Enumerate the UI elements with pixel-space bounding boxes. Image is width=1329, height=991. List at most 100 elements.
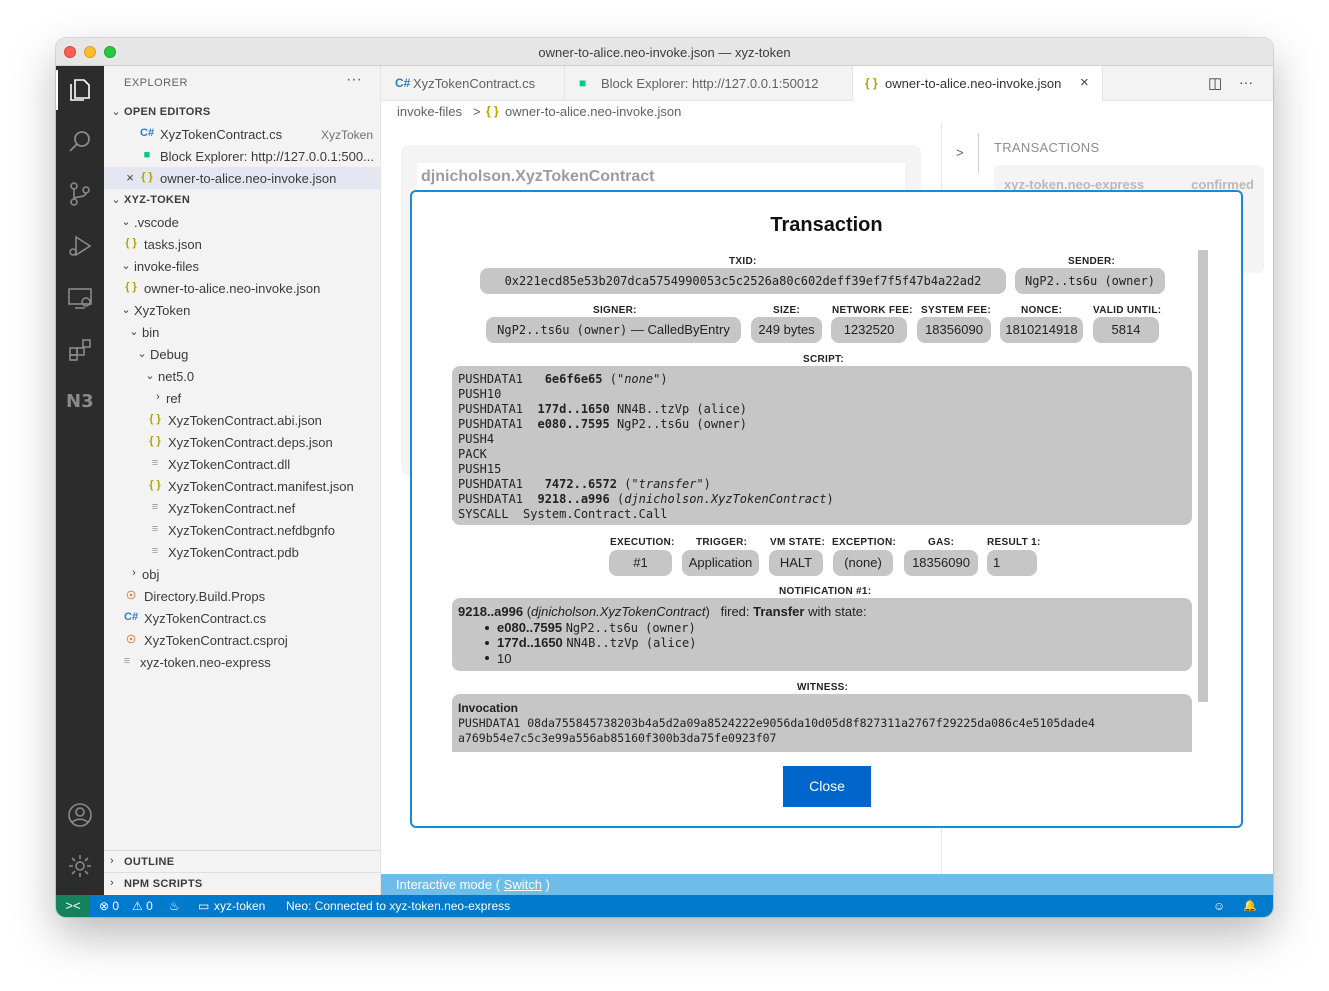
list-bullet	[485, 656, 489, 660]
tab-label: owner-to-alice.neo-invoke.json	[885, 76, 1062, 91]
file-label: Directory.Build.Props	[144, 589, 266, 604]
script-line: SYSCALL System.Contract.Call	[458, 507, 668, 521]
tab-xyztokencontract-cs[interactable]: C# XyzTokenContract.cs	[381, 66, 565, 101]
nonce-label: NONCE:	[1021, 305, 1063, 316]
folder-label: bin	[142, 325, 160, 340]
tree-item[interactable]: ☉ XyzTokenContract.csproj	[104, 629, 380, 651]
chevron-down-icon: ⌄	[129, 326, 139, 338]
chevron-right-icon: ›	[156, 391, 160, 403]
script-line: PUSHDATA1 e080..7595 NgP2..ts6u (owner)	[458, 417, 748, 431]
close-tab-icon[interactable]: ×	[1080, 74, 1089, 91]
collapse-panel-icon[interactable]: >	[956, 145, 964, 160]
transaction-modal: Transaction TXID: 0x221ecd85e53b207dca57…	[410, 190, 1243, 828]
notification-item: 10	[497, 651, 512, 666]
json-file-icon: { }	[141, 171, 153, 183]
explorer-title: EXPLORER	[124, 77, 188, 89]
remote-indicator[interactable]: ><	[56, 895, 90, 917]
folder-label: net5.0	[158, 369, 195, 384]
tree-item[interactable]: ≡ XyzTokenContract.nef	[104, 497, 380, 519]
script-label: SCRIPT:	[803, 354, 844, 365]
folder-label: invoke-files	[134, 259, 200, 274]
contract-input[interactable]: djnicholson.XyzTokenContract	[417, 163, 905, 191]
tab-label: Block Explorer: http://127.0.0.1:50012	[601, 76, 819, 91]
open-editor-item[interactable]: ■ Block Explorer: http://127.0.0.1:500..…	[104, 145, 380, 167]
tab-block-explorer[interactable]: ■ Block Explorer: http://127.0.0.1:50012	[565, 66, 853, 101]
open-editors-section[interactable]: ⌄ OPEN EDITORS	[104, 101, 380, 123]
tree-item[interactable]: ⌄ bin	[104, 321, 380, 343]
breadcrumb-file[interactable]: owner-to-alice.neo-invoke.json	[505, 104, 681, 119]
more-actions-icon[interactable]: ···	[1239, 74, 1253, 90]
system-fee-value: 18356090	[917, 317, 991, 343]
outline-section[interactable]: › OUTLINE	[104, 850, 380, 872]
tree-item[interactable]: › obj	[104, 563, 380, 585]
tree-item[interactable]: ≡ XyzTokenContract.pdb	[104, 541, 380, 563]
open-editor-item-active[interactable]: × { } owner-to-alice.neo-invoke.json	[104, 167, 380, 189]
vm-state-label: VM STATE:	[770, 537, 826, 548]
feedback-icon[interactable]: ☺	[1213, 899, 1225, 913]
script-line: PUSH10	[458, 387, 502, 401]
tree-item[interactable]: ≡ XyzTokenContract.dll	[104, 453, 380, 475]
close-icon[interactable]: ×	[124, 170, 136, 185]
warnings-count[interactable]: ⚠ 0	[132, 899, 153, 913]
tree-item[interactable]: C# XyzTokenContract.cs	[104, 607, 380, 629]
folder-label: .vscode	[134, 215, 179, 230]
tree-item[interactable]: { } XyzTokenContract.abi.json	[104, 409, 380, 431]
notification-box: 9218..a996 (djnicholson.XyzTokenContract…	[452, 598, 1192, 671]
tree-item[interactable]: ⌄ invoke-files	[104, 255, 380, 277]
json-file-icon: { }	[125, 237, 137, 249]
project-section[interactable]: ⌄ XYZ-TOKEN	[104, 189, 380, 211]
chevron-down-icon: ⌄	[121, 216, 131, 228]
breadcrumb-folder[interactable]: invoke-files	[397, 104, 462, 119]
vm-state-value: HALT	[769, 550, 823, 576]
tree-item[interactable]: ⌄ Debug	[104, 343, 380, 365]
csharp-file-icon: C#	[395, 76, 411, 90]
size-label: SIZE:	[773, 305, 801, 316]
tree-item[interactable]: { } XyzTokenContract.deps.json	[104, 431, 380, 453]
script-box: PUSHDATA1 6e6f6e65 ("none") PUSH10 PUSHDAT…	[452, 366, 1192, 525]
accounts-icon[interactable]	[66, 801, 94, 829]
run-debug-icon[interactable]	[66, 232, 94, 260]
explorer-files-icon[interactable]	[66, 76, 94, 104]
tree-item[interactable]: ⌄ XyzToken	[104, 299, 380, 321]
tree-item[interactable]: ☉ Directory.Build.Props	[104, 585, 380, 607]
tree-item[interactable]: ≡ xyz-token.neo-express	[104, 651, 380, 673]
settings-gear-icon[interactable]	[66, 852, 94, 880]
switch-mode-link[interactable]: Switch	[504, 877, 542, 892]
extensions-icon[interactable]	[66, 336, 94, 364]
split-editor-icon[interactable]: ◫	[1208, 74, 1222, 92]
tree-item[interactable]: ⌄ .vscode	[104, 211, 380, 233]
explorer-more-actions[interactable]: ···	[346, 71, 362, 89]
open-editor-label: XyzTokenContract.cs	[160, 127, 283, 142]
errors-count[interactable]: ⊗ 0	[99, 899, 119, 913]
tree-item[interactable]: ≡ XyzTokenContract.nefdbgnfo	[104, 519, 380, 541]
tree-item[interactable]: ⌄ net5.0	[104, 365, 380, 387]
notification-label: NOTIFICATION #1:	[779, 586, 872, 597]
tab-owner-to-alice[interactable]: { } owner-to-alice.neo-invoke.json ×	[853, 66, 1103, 102]
file-label: XyzTokenContract.dll	[168, 457, 291, 472]
npm-scripts-section[interactable]: › NPM SCRIPTS	[104, 872, 380, 894]
remote-explorer-icon[interactable]	[66, 284, 94, 312]
txid-label: TXID:	[729, 256, 757, 267]
neo-connection-status[interactable]: Neo: Connected to xyz-token.neo-express	[286, 899, 510, 913]
flame-icon[interactable]: ♨	[169, 899, 180, 913]
execution-label: EXECUTION:	[610, 537, 675, 548]
search-icon[interactable]	[66, 128, 94, 156]
tree-item[interactable]: { } XyzTokenContract.manifest.json	[104, 475, 380, 497]
generic-file-icon: ≡	[123, 655, 131, 667]
tree-item[interactable]: { } tasks.json	[104, 233, 380, 255]
source-control-icon[interactable]	[66, 180, 94, 208]
close-button[interactable]: Close	[783, 766, 871, 807]
folder-icon: ▭	[198, 899, 210, 913]
gas-label: GAS:	[928, 537, 955, 548]
tree-item[interactable]: { } owner-to-alice.neo-invoke.json	[104, 277, 380, 299]
file-label: owner-to-alice.neo-invoke.json	[144, 281, 321, 296]
tree-item[interactable]: › ref	[104, 387, 380, 409]
gas-value: 18356090	[904, 550, 978, 576]
neo-n3-icon[interactable]: N3	[66, 391, 94, 412]
exception-value: (none)	[833, 550, 893, 576]
chevron-down-icon: ⌄	[121, 260, 131, 272]
notifications-bell-icon[interactable]: 🔔	[1243, 899, 1257, 912]
active-view-marker	[56, 70, 58, 110]
workspace-folder[interactable]: xyz-token	[214, 899, 265, 913]
open-editor-item[interactable]: C# XyzTokenContract.cs XyzToken	[104, 123, 380, 145]
